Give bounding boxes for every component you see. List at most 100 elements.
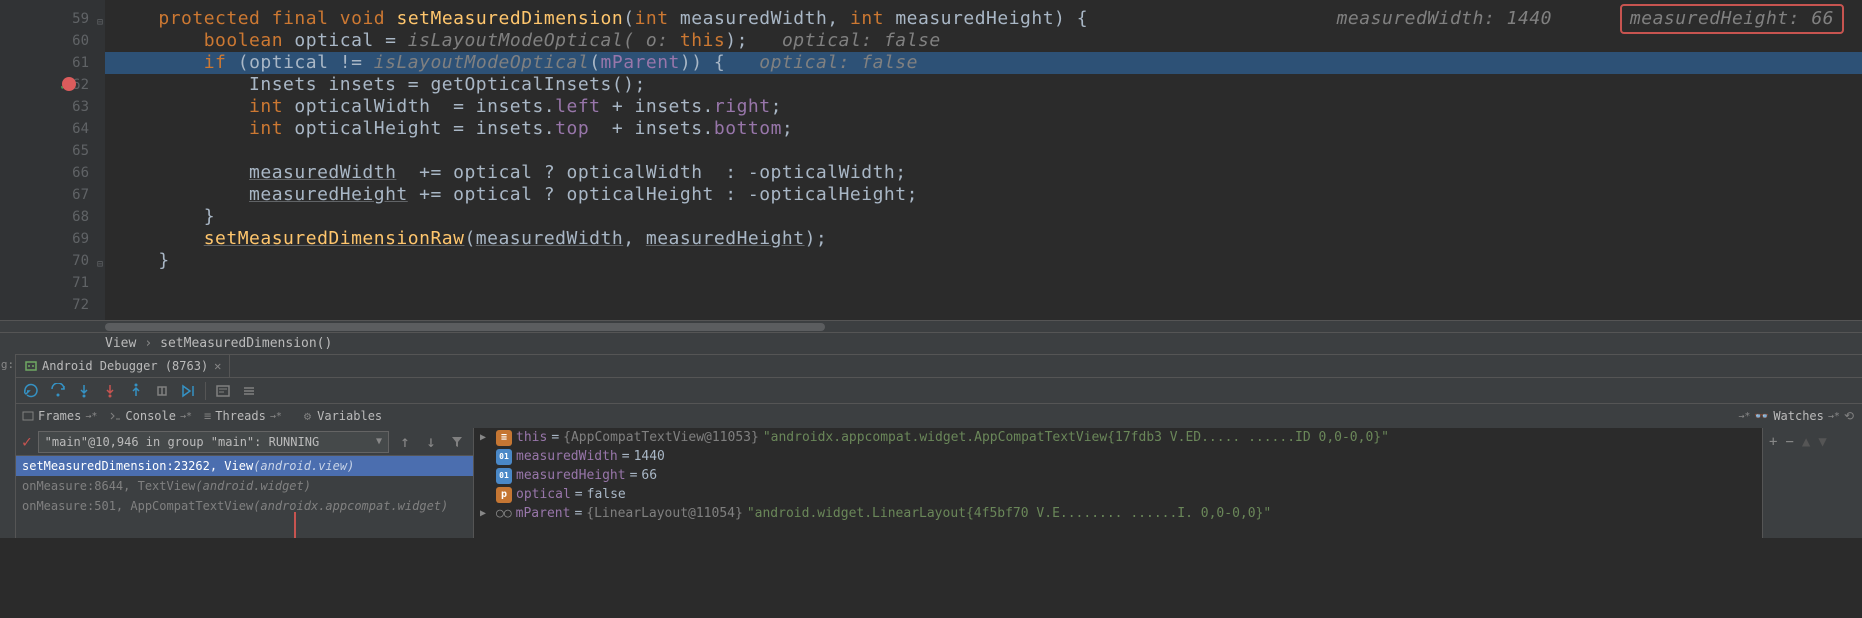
this-icon: ≡: [496, 430, 512, 446]
debug-icon: [24, 359, 38, 373]
restore-icon[interactable]: ⟲: [1844, 409, 1854, 423]
settings-icon[interactable]: ⚙: [304, 409, 311, 423]
frame-package: (android.widget): [195, 479, 311, 493]
var-type: {LinearLayout@11054}: [586, 506, 743, 521]
tab-android-debugger[interactable]: Android Debugger (8763) ✕: [16, 354, 230, 378]
pin-icon[interactable]: →*: [1828, 411, 1840, 422]
glasses-icon: 👓: [1754, 409, 1769, 423]
run-to-cursor-button[interactable]: [176, 380, 200, 402]
variable-row[interactable]: 01 measuredHeight = 66: [474, 466, 1762, 485]
line-number: 70: [72, 250, 89, 272]
frame-method: onMeasure:8644, TextView: [22, 479, 195, 493]
breakpoint-icon[interactable]: [62, 77, 76, 91]
var-name: optical: [516, 487, 571, 502]
code-content[interactable]: measuredWidth: 1440 measuredHeight: 66 p…: [105, 0, 1862, 320]
var-name: mParent: [516, 506, 571, 521]
variable-row[interactable]: ▶ ≡ this = {AppCompatTextView@11053} "an…: [474, 428, 1762, 447]
var-value: false: [587, 487, 626, 502]
pin-icon[interactable]: →*: [85, 411, 97, 422]
frames-list[interactable]: setMeasuredDimension:23262, View (androi…: [16, 456, 473, 538]
restart-button[interactable]: [20, 380, 44, 402]
move-up-button[interactable]: ▲: [1802, 434, 1810, 450]
evaluate-button[interactable]: [211, 380, 235, 402]
breadcrumb-item[interactable]: setMeasuredDimension(): [160, 336, 332, 351]
frame-package: (android.view): [253, 459, 354, 473]
drop-frame-button[interactable]: [150, 380, 174, 402]
stack-frame[interactable]: setMeasuredDimension:23262, View (androi…: [16, 456, 473, 476]
line-number: 71: [72, 272, 89, 294]
prev-frame-button[interactable]: ↑: [395, 432, 415, 452]
move-down-button[interactable]: ▼: [1818, 434, 1826, 450]
line-number: 66: [72, 162, 89, 184]
variables-panel[interactable]: ▶ ≡ this = {AppCompatTextView@11053} "an…: [474, 428, 1762, 538]
checkmark-icon: ✓: [22, 432, 32, 451]
line-number: 65: [72, 140, 89, 162]
gutter: 59⊟ 60 61 ✓62 63 64 65 66 67 68 69 70⊟ 7…: [0, 0, 105, 320]
primitive-icon: 01: [496, 468, 512, 484]
line-number: 67: [72, 184, 89, 206]
tool-window-left-stripe[interactable]: g:: [0, 354, 16, 538]
tab-frames[interactable]: Frames →*: [16, 404, 103, 428]
breadcrumb[interactable]: View › setMeasuredDimension(): [0, 332, 1862, 354]
watches-panel: + − ▲ ▼: [1762, 428, 1862, 538]
variable-row[interactable]: ▶ ○○ mParent = {LinearLayout@11054} "and…: [474, 504, 1762, 523]
primitive-icon: p: [496, 487, 512, 503]
filter-button[interactable]: [447, 432, 467, 452]
chevron-right-icon: ›: [144, 336, 152, 351]
tab-label: Threads: [215, 409, 266, 423]
breadcrumb-item[interactable]: View: [105, 336, 136, 351]
pin-icon[interactable]: →*: [180, 411, 192, 422]
line-number: 72: [72, 294, 89, 316]
tab-console[interactable]: Console →*: [103, 404, 198, 428]
debug-panel-tabs: Frames →* Console →* ≡ Threads →* ⚙ Vari…: [16, 404, 1862, 428]
force-step-into-button[interactable]: [98, 380, 122, 402]
var-value: 66: [641, 468, 657, 483]
variable-row[interactable]: p optical = false: [474, 485, 1762, 504]
scrollbar-thumb[interactable]: [105, 323, 825, 331]
step-over-button[interactable]: [46, 380, 70, 402]
object-icon: ○○: [496, 506, 512, 521]
frame-method: setMeasuredDimension:23262, View: [22, 459, 253, 473]
expand-arrow-icon[interactable]: ▶: [480, 432, 492, 443]
var-name: measuredWidth: [516, 449, 618, 464]
stack-frame[interactable]: onMeasure:501, AppCompatTextView (androi…: [16, 496, 473, 516]
tab-threads[interactable]: ≡ Threads →*: [198, 404, 288, 428]
frame-package: (androidx.appcompat.widget): [253, 499, 448, 513]
var-name: measuredHeight: [516, 468, 626, 483]
tab-label: Console: [125, 409, 176, 423]
thread-name: "main"@10,946 in group "main": RUNNING: [45, 435, 320, 449]
var-value-string: "androidx.appcompat.widget.AppCompatText…: [763, 430, 1389, 445]
step-out-button[interactable]: [124, 380, 148, 402]
var-value-string: "android.widget.LinearLayout{4f5bf70 V.E…: [747, 506, 1271, 521]
watches-label: Watches: [1773, 409, 1824, 423]
step-into-button[interactable]: [72, 380, 96, 402]
variable-row[interactable]: 01 measuredWidth = 1440: [474, 447, 1762, 466]
horizontal-scrollbar[interactable]: [0, 320, 1862, 332]
line-number: 63: [72, 96, 89, 118]
remove-watch-button[interactable]: −: [1785, 434, 1793, 450]
code-editor[interactable]: 59⊟ 60 61 ✓62 63 64 65 66 67 68 69 70⊟ 7…: [0, 0, 1862, 320]
line-number: 60: [72, 30, 89, 52]
line-number: 61: [72, 52, 89, 74]
next-frame-button[interactable]: ↓: [421, 432, 441, 452]
trace-button[interactable]: [237, 380, 261, 402]
line-number: 64: [72, 118, 89, 140]
thread-selector[interactable]: "main"@10,946 in group "main": RUNNING ▼: [38, 431, 389, 453]
red-marker: [294, 512, 296, 538]
pin-icon[interactable]: →*: [1738, 411, 1750, 422]
variables-label-text: Variables: [317, 409, 382, 423]
close-icon[interactable]: ✕: [214, 359, 221, 373]
tab-label: Frames: [38, 409, 81, 423]
stack-frame[interactable]: onMeasure:8644, TextView (android.widget…: [16, 476, 473, 496]
frame-method: onMeasure:501, AppCompatTextView: [22, 499, 253, 513]
frames-icon: [22, 410, 34, 422]
pin-icon[interactable]: →*: [270, 411, 282, 422]
add-watch-button[interactable]: +: [1769, 434, 1777, 450]
primitive-icon: 01: [496, 449, 512, 465]
expand-arrow-icon[interactable]: ▶: [480, 508, 492, 519]
tool-window-tabs: Android Debugger (8763) ✕: [16, 354, 1862, 378]
line-number: 59: [72, 8, 89, 30]
tab-label: Android Debugger (8763): [42, 359, 208, 373]
var-value: 1440: [634, 449, 665, 464]
funnel-icon: [451, 436, 463, 448]
